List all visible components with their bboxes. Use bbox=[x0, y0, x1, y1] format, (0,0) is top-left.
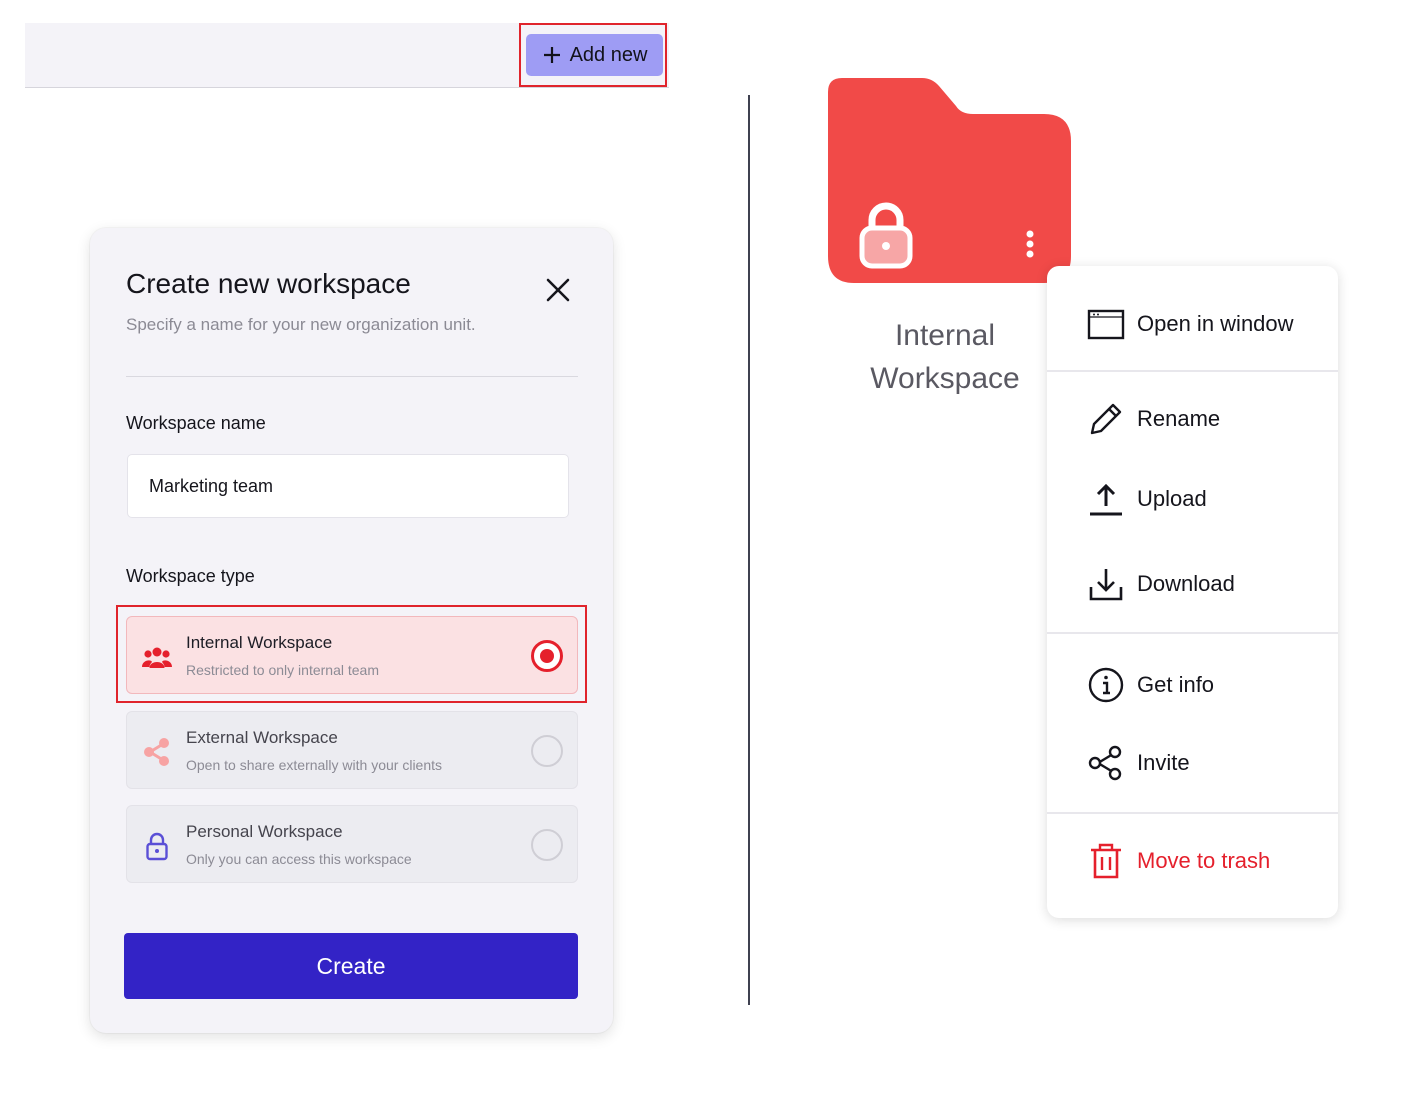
menu-item-label: Upload bbox=[1137, 486, 1207, 511]
menu-item-label: Get info bbox=[1137, 672, 1215, 697]
menu-item-rename[interactable]: Rename bbox=[1047, 391, 1338, 447]
context-menu: Open in window Rename Upload Download Ge… bbox=[1047, 266, 1338, 918]
lock-icon bbox=[146, 832, 168, 861]
menu-separator bbox=[1047, 812, 1338, 814]
menu-item-label: Open in window bbox=[1137, 311, 1294, 336]
folder-name: Internal Workspace bbox=[870, 319, 1020, 395]
window-icon bbox=[1087, 309, 1125, 340]
download-icon bbox=[1089, 569, 1123, 601]
divider bbox=[748, 95, 750, 1005]
option-personal-workspace[interactable]: Personal Workspace Only you can access t… bbox=[126, 805, 578, 883]
info-icon bbox=[1088, 667, 1124, 703]
option-description: Open to share externally with your clien… bbox=[186, 757, 443, 773]
menu-item-move-to-trash[interactable]: Move to trash bbox=[1047, 833, 1338, 889]
share-icon bbox=[1088, 745, 1122, 781]
menu-item-invite[interactable]: Invite bbox=[1047, 735, 1338, 791]
menu-item-get-info[interactable]: Get info bbox=[1047, 657, 1338, 713]
share-icon bbox=[144, 738, 169, 766]
menu-item-label: Download bbox=[1137, 571, 1235, 596]
workspace-type-label: Workspace type bbox=[126, 566, 255, 586]
close-icon[interactable] bbox=[544, 276, 572, 304]
pencil-icon bbox=[1090, 403, 1122, 435]
create-button-label: Create bbox=[316, 952, 386, 979]
option-external-workspace[interactable]: External Workspace Open to share externa… bbox=[126, 711, 578, 789]
menu-item-download[interactable]: Download bbox=[1047, 556, 1338, 612]
create-button[interactable]: Create bbox=[124, 933, 578, 999]
selected-option-highlight bbox=[116, 605, 587, 703]
menu-item-label: Invite bbox=[1137, 750, 1190, 775]
menu-item-open-in-window[interactable]: Open in window bbox=[1047, 296, 1338, 352]
add-new-highlight bbox=[519, 23, 667, 87]
folder-icon[interactable] bbox=[828, 78, 1071, 283]
dialog-divider bbox=[126, 376, 578, 377]
menu-separator bbox=[1047, 370, 1338, 372]
dialog-title: Create new workspace bbox=[126, 268, 411, 299]
workspace-name-label: Workspace name bbox=[126, 413, 266, 433]
radio-external[interactable] bbox=[531, 735, 563, 767]
radio-personal[interactable] bbox=[531, 829, 563, 861]
option-title: External Workspace bbox=[186, 728, 338, 747]
option-title: Personal Workspace bbox=[186, 822, 343, 841]
menu-item-label: Move to trash bbox=[1137, 848, 1271, 873]
menu-item-upload[interactable]: Upload bbox=[1047, 471, 1338, 527]
workspace-name-input[interactable] bbox=[127, 454, 569, 518]
more-vertical-icon bbox=[1026, 230, 1034, 258]
upload-icon bbox=[1090, 483, 1122, 516]
trash-icon bbox=[1091, 843, 1121, 879]
option-description: Only you can access this workspace bbox=[186, 851, 412, 867]
menu-separator bbox=[1047, 632, 1338, 634]
menu-item-label: Rename bbox=[1137, 406, 1221, 431]
dialog-subtitle: Specify a name for your new organization… bbox=[126, 315, 476, 334]
